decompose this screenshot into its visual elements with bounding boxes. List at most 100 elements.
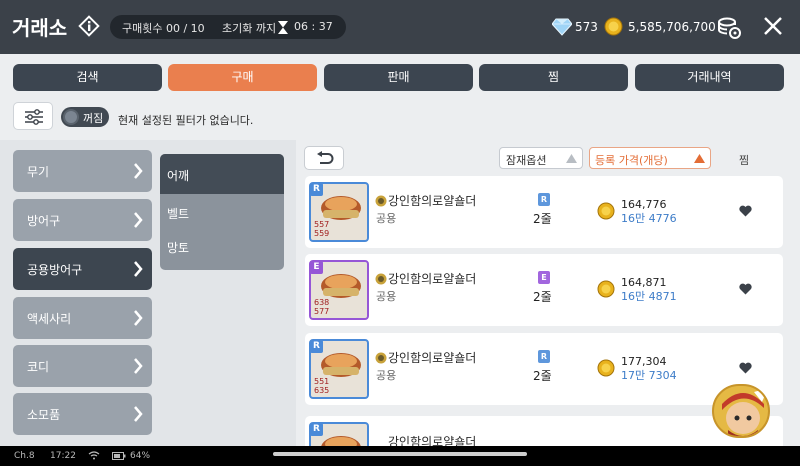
subcategory-label: 벨트 xyxy=(167,207,190,221)
hourglass-icon xyxy=(278,21,288,34)
item-grade-badge: R xyxy=(310,183,323,196)
close-icon[interactable] xyxy=(763,16,783,36)
listing-row[interactable]: R 551 635 강인함의로얄숄더 공용 R 2줄 177,304 17만 7… xyxy=(305,333,783,405)
subcategory-cape[interactable]: 망토 xyxy=(160,226,284,266)
item-stat-2: 635 xyxy=(314,386,330,395)
wifi-icon xyxy=(88,451,100,460)
back-button[interactable] xyxy=(304,146,344,170)
info-icon[interactable] xyxy=(78,15,100,37)
meso-coin-icon xyxy=(597,359,615,377)
heart-icon[interactable] xyxy=(739,205,752,217)
listing-row[interactable]: E 638 577 강인함의로얄숄더 공용 E 2줄 164,871 16만 4… xyxy=(305,254,783,326)
category-weapon[interactable]: 무기 xyxy=(13,150,152,192)
battery-icon xyxy=(112,452,126,460)
sort-price-label: 등록 가격(개당) xyxy=(595,154,668,167)
gem-icon xyxy=(552,18,572,36)
page-title: 거래소 xyxy=(12,16,68,40)
sort-potential-button[interactable]: 잠재옵션 xyxy=(499,147,583,169)
category-consumable[interactable]: 소모품 xyxy=(13,393,152,435)
subcategory-shoulder[interactable]: 어깨 xyxy=(160,154,284,194)
coin-settings-icon[interactable] xyxy=(716,14,742,40)
home-indicator[interactable] xyxy=(273,452,527,456)
toggle-knob xyxy=(63,109,79,125)
item-type: 공용 xyxy=(376,369,397,382)
item-price-korean: 16만 4776 xyxy=(621,212,677,225)
item-thumbnail: R 557 559 xyxy=(309,182,369,242)
item-name: 강인함의로얄숄더 xyxy=(388,272,477,286)
character-portrait-icon xyxy=(722,388,768,436)
sort-price-button[interactable]: 등록 가격(개당) xyxy=(589,147,711,169)
potential-lines: 2줄 xyxy=(533,212,552,226)
item-name: 강인함의로얄숄더 xyxy=(388,435,477,446)
item-type-icon xyxy=(375,352,387,364)
category-label: 방어구 xyxy=(27,214,61,228)
meso-coin-icon xyxy=(604,17,623,36)
category-label: 코디 xyxy=(27,360,50,374)
category-common-armor[interactable]: 공용방어구 xyxy=(13,248,152,290)
toggle-label: 꺼짐 xyxy=(83,112,104,125)
item-stat-2: 559 xyxy=(314,229,330,238)
filter-toggle[interactable]: 꺼짐 xyxy=(61,107,109,127)
chevron-right-icon xyxy=(134,212,143,228)
tab-wishlist[interactable]: 찜 xyxy=(479,64,628,91)
gem-count: 573 xyxy=(575,20,598,34)
potential-grade-badge: R xyxy=(538,193,550,206)
tab-search[interactable]: 검색 xyxy=(13,64,162,91)
item-name: 강인함의로얄숄더 xyxy=(388,194,477,208)
heart-icon[interactable] xyxy=(739,283,752,295)
filter-sliders-icon xyxy=(25,109,43,125)
heart-icon[interactable] xyxy=(739,362,752,374)
meso-coin-icon xyxy=(597,202,615,220)
category-label: 소모품 xyxy=(27,408,61,422)
content-area: 검색 구매 판매 찜 거래내역 꺼짐 현재 설정된 필터가 없습니다. 무기 방… xyxy=(0,54,800,446)
item-name: 강인함의로얄숄더 xyxy=(388,351,477,365)
potential-lines: 2줄 xyxy=(533,290,552,304)
category-armor[interactable]: 방어구 xyxy=(13,199,152,241)
item-price-korean: 16만 4871 xyxy=(621,290,677,303)
potential-grade-badge: E xyxy=(538,271,550,284)
item-thumbnail: E 638 577 xyxy=(309,260,369,320)
item-price-korean: 17만 7304 xyxy=(621,369,677,382)
chevron-right-icon xyxy=(134,163,143,179)
device-status-bar: Ch.8 17:22 64% xyxy=(0,446,800,466)
battery-level: 64% xyxy=(130,451,151,461)
category-label: 공용방어구 xyxy=(27,263,83,277)
tab-buy[interactable]: 구매 xyxy=(168,64,317,91)
meso-count: 5,585,706,700 xyxy=(628,20,716,34)
tab-history[interactable]: 거래내역 xyxy=(635,64,784,91)
subcategory-label: 망토 xyxy=(167,241,190,255)
item-grade-badge: R xyxy=(310,423,323,436)
filter-status-text: 현재 설정된 필터가 없습니다. xyxy=(118,114,254,127)
clock: 17:22 xyxy=(50,451,76,461)
item-grade-badge: E xyxy=(310,261,323,274)
undo-arrow-icon xyxy=(317,151,334,164)
item-thumbnail: R 551 635 xyxy=(309,339,369,399)
sort-potential-label: 잠재옵션 xyxy=(506,154,547,167)
purchase-count: 구매횟수 00 / 10 xyxy=(122,22,205,35)
item-thumbnail: R xyxy=(309,422,369,446)
character-avatar[interactable] xyxy=(712,384,770,438)
item-type-icon xyxy=(375,273,387,285)
item-stat-1: 551 xyxy=(314,377,330,386)
listing-row[interactable]: R 강인함의로얄숄더 xyxy=(305,416,783,446)
listing-row[interactable]: R 557 559 강인함의로얄숄더 공용 R 2줄 164,776 16만 4… xyxy=(305,176,783,248)
chevron-right-icon xyxy=(134,358,143,374)
tab-sell[interactable]: 판매 xyxy=(324,64,473,91)
potential-lines: 2줄 xyxy=(533,369,552,383)
chevron-right-icon xyxy=(134,261,143,277)
header-bar: 거래소 구매횟수 00 / 10 초기화 까지 06 : 37 573 5,58… xyxy=(0,0,800,54)
chevron-right-icon xyxy=(134,310,143,326)
category-label: 무기 xyxy=(27,165,50,179)
item-stat-1: 557 xyxy=(314,220,330,229)
chevron-right-icon xyxy=(134,406,143,422)
item-stat-2: 577 xyxy=(314,307,330,316)
category-cosmetic[interactable]: 코디 xyxy=(13,345,152,387)
item-type: 공용 xyxy=(376,290,397,303)
wishlist-column-header: 찜 xyxy=(739,154,750,167)
reset-timer: 06 : 37 xyxy=(294,20,333,33)
filter-button[interactable] xyxy=(13,102,53,130)
triangle-up-icon xyxy=(566,154,577,163)
item-stat-1: 638 xyxy=(314,298,330,307)
tab-bar: 검색 구매 판매 찜 거래내역 xyxy=(13,64,785,91)
category-accessory[interactable]: 액세사리 xyxy=(13,297,152,339)
